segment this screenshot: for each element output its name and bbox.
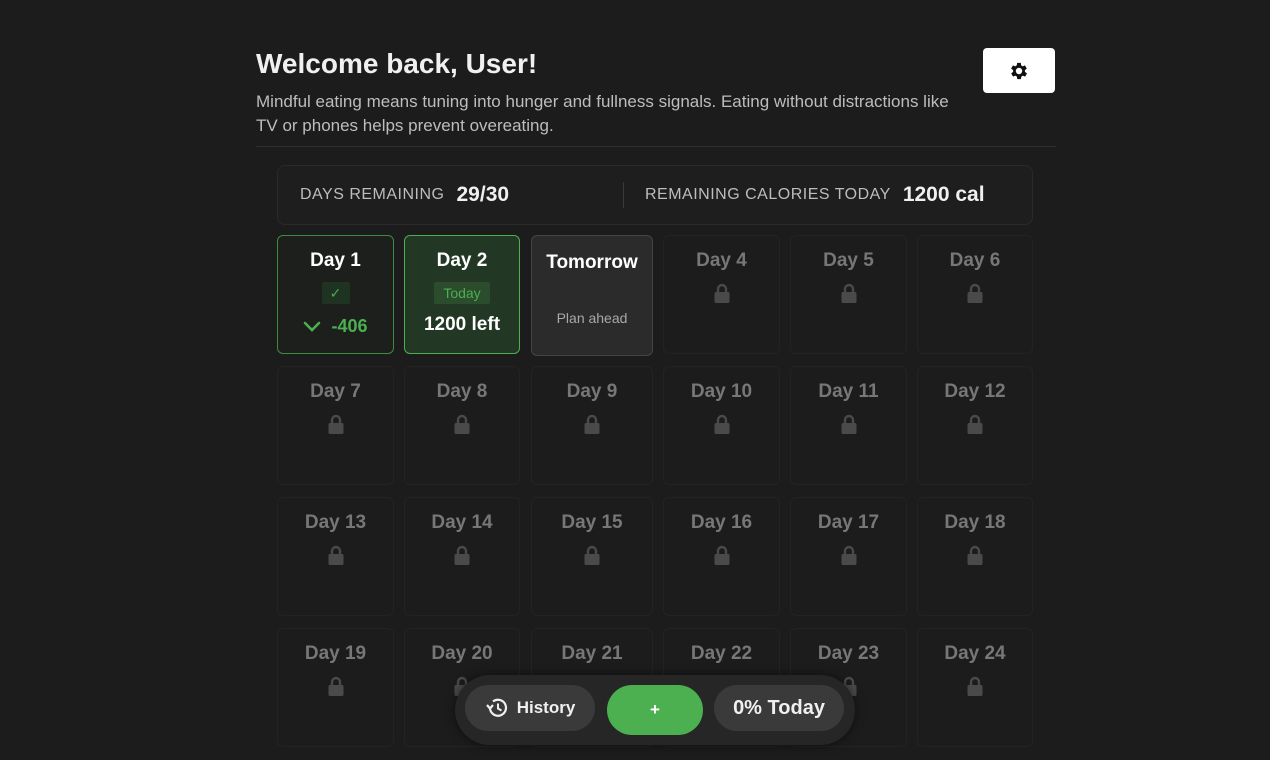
gear-icon <box>1011 62 1027 79</box>
lock-icon <box>714 414 729 434</box>
calorie-delta: -406 <box>278 316 393 337</box>
day-label: Day 18 <box>944 512 1006 533</box>
day-label: Day 24 <box>944 643 1006 664</box>
day-label: Day 22 <box>690 643 753 664</box>
chevron-down-icon <box>304 321 321 332</box>
day-label: Tomorrow <box>546 252 638 273</box>
day-card-locked: Day 6 <box>917 235 1033 354</box>
day-label: Day 4 <box>696 250 747 271</box>
lock-icon <box>841 414 856 434</box>
day-label: Day 10 <box>690 381 753 402</box>
stats-separator <box>623 182 624 208</box>
welcome-heading: Welcome back, User! <box>256 48 538 79</box>
remaining-calories-label: REMAINING CALORIES TODAY <box>645 186 891 203</box>
remaining-calories-stat: REMAINING CALORIES TODAY 1200 cal <box>645 166 985 224</box>
day-card-locked: Day 19 <box>277 628 394 747</box>
lock-icon <box>584 414 600 434</box>
today-badge: Today <box>434 282 490 304</box>
day-card-tomorrow[interactable]: Tomorrow Plan ahead <box>531 235 653 356</box>
day-card-locked: Day 18 <box>917 497 1033 616</box>
day-card-locked: Day 7 <box>277 366 394 485</box>
day-label: Day 7 <box>310 381 361 402</box>
lock-icon <box>328 545 343 565</box>
day-card-locked: Day 4 <box>663 235 780 354</box>
today-progress-button[interactable]: 0% Today <box>714 685 844 731</box>
lock-icon <box>454 414 470 434</box>
add-meal-button[interactable]: + <box>607 685 703 735</box>
mindful-eating-tip: Mindful eating means tuning into hunger … <box>256 92 949 135</box>
day-label: Day 1 <box>310 250 361 271</box>
day-card-locked: Day 10 <box>663 366 780 485</box>
day-label: Day 19 <box>304 643 367 664</box>
day-label: Day 5 <box>823 250 874 271</box>
day-card-locked: Day 5 <box>790 235 907 354</box>
day-card-locked: Day 11 <box>790 366 907 485</box>
day-label: Day 6 <box>949 250 1001 271</box>
add-label: + <box>650 700 660 719</box>
bottom-action-bar: History + 0% Today <box>455 675 855 745</box>
day-label: Day 17 <box>817 512 880 533</box>
day-card-locked: Day 12 <box>917 366 1033 485</box>
lock-icon <box>328 676 343 696</box>
day-label: Day 12 <box>944 381 1006 402</box>
remaining-calories-value: 1200 cal <box>902 183 985 206</box>
lock-icon <box>328 414 343 434</box>
history-icon <box>485 698 507 717</box>
calories-left: 1200 left <box>423 314 501 335</box>
day-label: Day 13 <box>304 512 367 533</box>
day-card-locked: Day 13 <box>277 497 394 616</box>
day-label: Day 20 <box>431 643 493 664</box>
day-label: Day 8 <box>436 381 488 402</box>
days-remaining-label: DAYS REMAINING <box>300 186 445 203</box>
day-label: Day 23 <box>817 643 880 664</box>
lock-icon <box>967 414 983 434</box>
lock-icon <box>714 545 729 565</box>
day-card-locked: Day 17 <box>790 497 907 616</box>
day-label: Day 15 <box>561 512 623 533</box>
day-card-1[interactable]: Day 1 ✓ -406 <box>277 235 394 354</box>
day-card-locked: Day 15 <box>531 497 653 616</box>
day-card-locked: Day 14 <box>404 497 520 616</box>
main-container: Welcome back, User! Mindful eating means… <box>256 0 1056 760</box>
day-card-locked: Day 16 <box>663 497 780 616</box>
lock-icon <box>714 283 729 303</box>
lock-icon <box>584 545 600 565</box>
day-card-locked: Day 9 <box>531 366 653 485</box>
lock-icon <box>454 545 470 565</box>
day-label: Day 21 <box>561 643 623 664</box>
check-icon: ✓ <box>321 282 350 304</box>
calorie-delta-value: -406 <box>331 316 368 336</box>
plan-ahead-text: Plan ahead <box>556 310 628 326</box>
stats-panel: DAYS REMAINING 29/30 REMAINING CALORIES … <box>277 165 1033 225</box>
days-remaining-stat: DAYS REMAINING 29/30 <box>300 166 509 224</box>
history-label: History <box>516 698 576 717</box>
lock-icon <box>841 283 856 303</box>
day-card-2[interactable]: Day 2 Today 1200 left <box>404 235 520 354</box>
settings-button[interactable] <box>983 48 1055 93</box>
day-label: Day 11 <box>818 381 879 402</box>
header-divider <box>256 146 1056 147</box>
day-label: Day 2 <box>436 250 488 271</box>
day-label: Day 16 <box>690 512 753 533</box>
lock-icon <box>841 545 856 565</box>
today-progress-label: 0% Today <box>733 696 825 719</box>
lock-icon <box>967 676 983 696</box>
day-label: Day 14 <box>431 512 493 533</box>
day-card-locked: Day 24 <box>917 628 1033 747</box>
history-button[interactable]: History <box>465 685 595 731</box>
day-label: Day 9 <box>566 381 618 402</box>
lock-icon <box>967 283 983 303</box>
day-card-locked: Day 8 <box>404 366 520 485</box>
lock-icon <box>967 545 983 565</box>
days-remaining-value: 29/30 <box>456 183 510 206</box>
